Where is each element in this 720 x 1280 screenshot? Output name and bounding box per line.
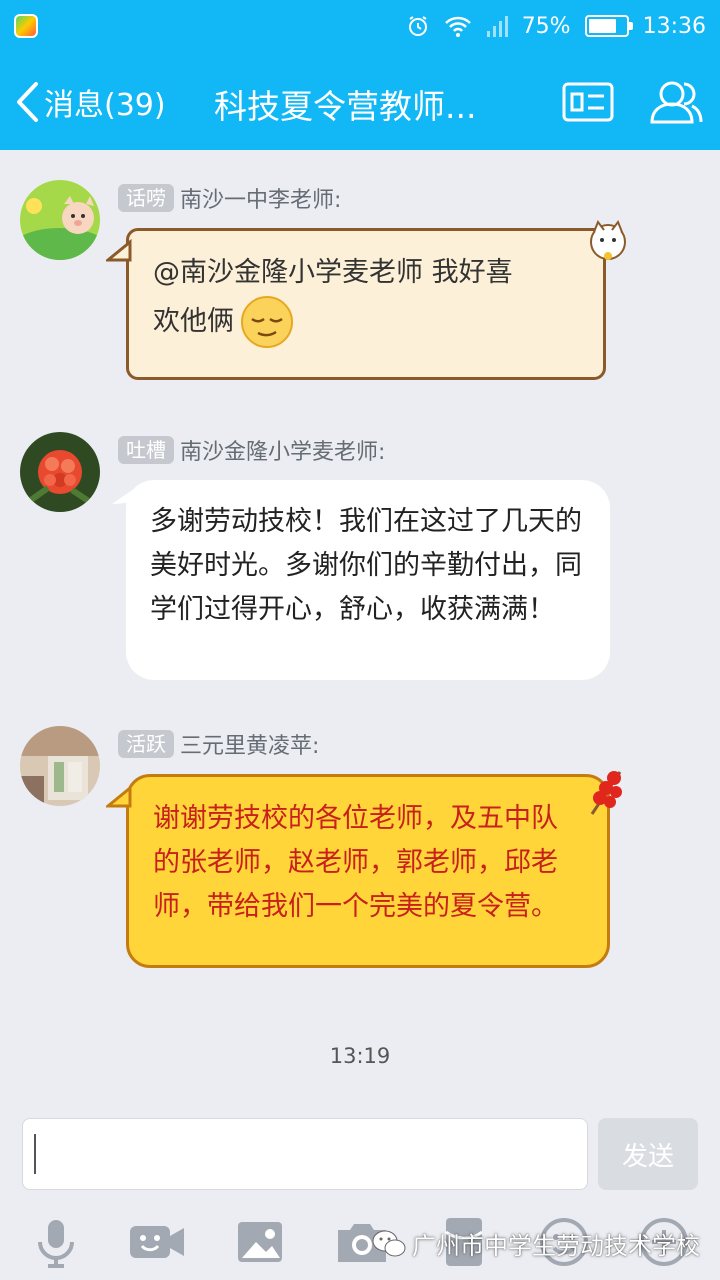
smirk-emoji-icon (241, 296, 293, 348)
voice-button[interactable] (28, 1214, 84, 1270)
time-divider: 13:19 (329, 1044, 391, 1068)
message-text: 多谢劳动技校！我们在这过了几天的美好时光。多谢你们的辛勤付出，同学们过得开心，舒… (150, 506, 582, 625)
notification-app-icon (14, 14, 38, 38)
avatar[interactable] (20, 180, 100, 260)
message-text: 谢谢劳技校的各位老师，及五中队的张老师，赵老师，郭老师，邱老师，带给我们一个完美… (153, 803, 558, 922)
title-bar: 消息(39) 科技夏令营教师... (0, 52, 720, 150)
message-text-line-2: 欢他俩 (153, 295, 579, 349)
back-button[interactable]: 消息(39) (14, 76, 166, 128)
watermark-text: 广州市中学生劳动技术学校 (412, 1232, 700, 1260)
group-profile-card-icon (562, 82, 614, 122)
video-call-icon (130, 1226, 184, 1258)
alarm-icon (408, 16, 427, 36)
video-button[interactable] (128, 1214, 184, 1270)
image-button[interactable] (232, 1214, 288, 1270)
avatar[interactable] (20, 726, 100, 806)
image-icon (238, 1222, 282, 1262)
wifi-icon (444, 16, 471, 37)
sender-name[interactable]: 南沙金隆小学麦老师: (180, 434, 385, 466)
bubble-tail-icon (106, 238, 132, 262)
sender-name[interactable]: 三元里黄凌苹: (180, 728, 319, 760)
sender-name[interactable]: 南沙一中李老师: (180, 182, 341, 214)
status-time: 13:36 (642, 13, 706, 39)
message-bubble[interactable]: 多谢劳动技校！我们在这过了几天的美好时光。多谢你们的辛勤付出，同学们过得开心，舒… (126, 480, 610, 680)
message-text: 欢他俩 (153, 306, 234, 337)
text-caret (34, 1134, 36, 1174)
signal-icon (486, 16, 508, 37)
chat-title: 科技夏令营教师... (214, 87, 477, 126)
avatar[interactable] (20, 432, 100, 512)
battery-icon (584, 15, 633, 37)
microphone-icon (38, 1220, 74, 1268)
bubble-tail-icon (112, 486, 138, 504)
candied-haws-decoration-icon (590, 771, 622, 815)
message-text-line: @南沙金隆小学麦老师 我好喜 (153, 257, 513, 288)
message-header: 话唠 南沙一中李老师: (118, 182, 341, 214)
send-button[interactable]: 发送 (598, 1118, 698, 1190)
back-label: 消息(39) (44, 88, 166, 123)
member-title-badge: 话唠 (118, 184, 174, 212)
lucky-cat-decoration-icon (590, 219, 626, 260)
message-bubble[interactable]: @南沙金隆小学麦老师 我好喜 欢他俩 (126, 228, 606, 380)
group-members-button[interactable] (646, 76, 703, 128)
battery-percent: 75% (521, 13, 571, 39)
group-members-icon (650, 81, 703, 124)
group-profile-button[interactable] (560, 76, 616, 128)
bubble-tail-icon (106, 784, 132, 808)
wechat-logo-icon (372, 1230, 406, 1256)
message-header: 吐槽 南沙金隆小学麦老师: (118, 434, 385, 466)
wechat-watermark: 广州市中学生劳动技术学校 (372, 1226, 700, 1261)
message-bubble[interactable]: 谢谢劳技校的各位老师，及五中队的张老师，赵老师，郭老师，邱老师，带给我们一个完美… (126, 774, 610, 968)
message-header: 活跃 三元里黄凌苹: (118, 728, 319, 760)
member-title-badge: 活跃 (118, 730, 174, 758)
member-title-badge: 吐槽 (118, 436, 174, 464)
message-input[interactable] (22, 1118, 588, 1190)
back-chevron-icon (17, 82, 38, 122)
status-bar: 75% 13:36 (0, 0, 720, 52)
